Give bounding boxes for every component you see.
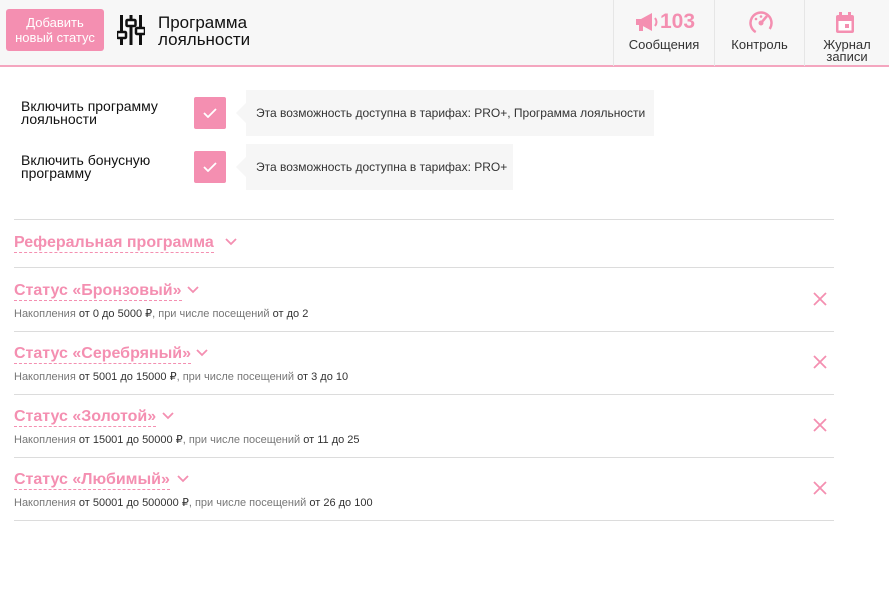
speedometer-icon	[749, 11, 773, 35]
close-icon[interactable]	[812, 417, 828, 433]
accumulation-label: Накопления	[14, 497, 76, 509]
status-silver-details: Накопления от 5001 до 15000 ₽, при числе…	[14, 370, 348, 383]
bonus-tariff-tip: Эта возможность доступна в тарифах: PRO+	[236, 144, 513, 190]
page-title: Программа лояльности	[158, 14, 288, 48]
journal-nav[interactable]: Журнал записи	[804, 0, 889, 66]
divider	[14, 394, 834, 395]
status-bronze-title[interactable]: Статус «Бронзовый»	[14, 282, 182, 301]
visits-value: от 3 до 10	[297, 371, 349, 383]
bonus-toggle-label-line2: программу	[21, 165, 92, 181]
accumulation-value: от 50001 до 500000 ₽	[78, 497, 189, 509]
chevron-down-icon[interactable]	[162, 412, 174, 420]
loyalty-tariff-tip: Эта возможность доступна в тарифах: PRO+…	[236, 90, 654, 136]
journal-label-line2: записи	[826, 49, 868, 64]
messages-nav[interactable]: 103 Сообщения	[613, 0, 714, 66]
page-title-line2: лояльности	[158, 30, 251, 49]
status-silver-title[interactable]: Статус «Серебряный»	[14, 345, 192, 364]
control-label: Контроль	[731, 37, 788, 52]
status-gold-details: Накопления от 15001 до 50000 ₽, при числ…	[14, 433, 360, 446]
bonus-toggle-label: Включить бонусную программу	[21, 153, 186, 181]
visits-value: от 11 до 25	[303, 434, 360, 446]
visits-label: , при числе посещений	[176, 371, 295, 383]
loyalty-toggle-label: Включить программу лояльности	[21, 99, 186, 127]
visits-value: от до 2	[272, 308, 309, 320]
divider	[14, 331, 834, 332]
loyalty-checkbox[interactable]	[194, 97, 226, 129]
visits-value: от 26 до 100	[309, 497, 373, 509]
page-title-line1: Программа	[158, 13, 248, 32]
check-icon	[203, 108, 217, 118]
chevron-down-icon[interactable]	[196, 349, 208, 357]
close-icon[interactable]	[812, 291, 828, 307]
chevron-down-icon[interactable]	[225, 238, 237, 246]
visits-label: , при числе посещений	[182, 434, 301, 446]
control-nav[interactable]: Контроль	[714, 0, 804, 66]
divider	[14, 219, 834, 220]
bonus-checkbox[interactable]	[194, 151, 226, 183]
chevron-down-icon[interactable]	[177, 475, 189, 483]
close-icon[interactable]	[812, 480, 828, 496]
add-status-button-label: Добавить новый статус	[15, 15, 95, 45]
messages-count: 103	[660, 10, 696, 33]
status-gold-title[interactable]: Статус «Золотой»	[14, 408, 157, 427]
referral-program-toggle[interactable]: Реферальная программа	[14, 234, 214, 253]
sliders-icon	[117, 15, 145, 45]
megaphone-icon	[636, 13, 658, 31]
visits-label: , при числе посещений	[152, 308, 270, 320]
divider	[14, 457, 834, 458]
accumulation-label: Накопления	[14, 308, 76, 320]
accumulation-value: от 15001 до 50000 ₽	[78, 434, 183, 446]
status-bronze-details: Накопления от 0 до 5000 ₽, при числе пос…	[14, 307, 308, 320]
add-status-button[interactable]: Добавить новый статус	[6, 9, 104, 51]
visits-label: , при числе посещений	[188, 497, 307, 509]
status-favorite-details: Накопления от 50001 до 500000 ₽, при чис…	[14, 496, 373, 509]
accumulation-value: от 0 до 5000 ₽	[78, 308, 153, 320]
accumulation-value: от 5001 до 15000 ₽	[78, 371, 177, 383]
check-icon	[203, 162, 217, 172]
calendar-icon	[836, 12, 854, 33]
messages-label: Сообщения	[628, 37, 700, 52]
loyalty-toggle-label-line2: лояльности	[21, 111, 97, 127]
divider	[14, 267, 834, 268]
accumulation-label: Накопления	[14, 434, 76, 446]
status-favorite-title[interactable]: Статус «Любимый»	[14, 471, 170, 490]
close-icon[interactable]	[812, 354, 828, 370]
divider	[14, 520, 834, 521]
accumulation-label: Накопления	[14, 371, 76, 383]
top-header: Добавить новый статус Программа лояльнос…	[0, 0, 889, 67]
chevron-down-icon[interactable]	[187, 286, 199, 294]
